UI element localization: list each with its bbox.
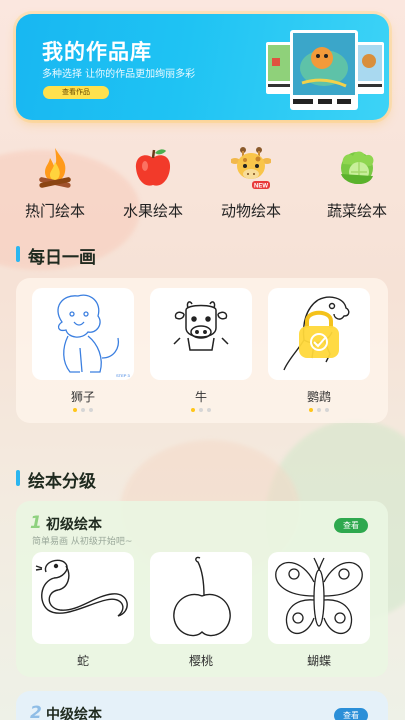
category-animal[interactable]: NEW 动物绘本: [204, 142, 294, 222]
my-works-banner[interactable]: 我的作品库 多种选择 让你的作品更加绚丽多彩 查看作品: [16, 14, 389, 120]
category-label: 蔬菜绘本: [326, 202, 387, 220]
daily-item-parrot[interactable]: [268, 288, 370, 380]
apple-icon: [135, 149, 171, 186]
level-title: 初级绘本: [46, 517, 102, 533]
daily-item-lion[interactable]: STEP 3: [32, 288, 134, 380]
section-title: 绘本分级: [28, 472, 96, 492]
cherry-drawing-icon: [173, 556, 231, 637]
daily-item-name: 牛: [194, 390, 207, 404]
banner-subtitle: 多种选择 让你的作品更加绚丽多彩: [42, 69, 196, 80]
carousel-dots: [32, 408, 134, 412]
view-beginner-button[interactable]: 查看: [334, 518, 368, 533]
daily-item-name: 鹦鹉: [306, 390, 331, 404]
lock-icon: [299, 310, 339, 358]
artwork-preview-icon: [266, 30, 384, 110]
snake-drawing-icon: [35, 559, 128, 617]
carousel-dots: [268, 408, 370, 412]
campfire-icon: [39, 148, 71, 188]
category-fruit[interactable]: 水果绘本: [106, 142, 196, 222]
carousel-dots: [150, 408, 252, 412]
level-item-name: 蛇: [76, 654, 89, 668]
section-accent-bar: [16, 246, 20, 262]
level-subtitle: 简单易画 从初级开始吧~: [32, 537, 133, 547]
cabbage-icon: [341, 151, 374, 185]
category-label: 热门绘本: [24, 202, 85, 220]
category-label: 水果绘本: [122, 202, 183, 220]
banner-title: 我的作品库: [42, 40, 152, 64]
level-item-name: 蝴蝶: [306, 654, 331, 668]
intermediate-level-card[interactable]: 2 中级绘本 查看: [16, 691, 388, 720]
giraffe-icon: NEW: [231, 147, 271, 190]
daily-item-cow[interactable]: [150, 288, 252, 380]
svg-text:STEP 3: STEP 3: [116, 373, 130, 378]
category-label: 动物绘本: [220, 202, 281, 220]
beginner-level-card[interactable]: 1 初级绘本 简单易画 从初级开始吧~ 查看 蛇 樱桃 蝴蝶: [16, 501, 388, 677]
level-title: 中级绘本: [46, 707, 102, 720]
level-item-cherry[interactable]: [150, 552, 252, 644]
category-row: 热门绘本 水果绘本 NEW 动物绘本 蔬菜绘本: [0, 142, 405, 222]
svg-text:NEW: NEW: [254, 184, 268, 190]
category-vegetable[interactable]: 蔬菜绘本: [310, 142, 400, 222]
lion-drawing-icon: STEP 3: [57, 294, 130, 378]
view-works-button[interactable]: 查看作品: [43, 86, 109, 99]
cow-drawing-icon: [173, 301, 229, 351]
level-item-butterfly[interactable]: [268, 552, 370, 644]
level-item-name: 樱桃: [188, 654, 213, 668]
butterfly-drawing-icon: [275, 557, 363, 635]
daily-card: STEP 3 狮子 牛 鹦鹉: [16, 278, 388, 423]
section-accent-bar: [16, 470, 20, 486]
section-title: 每日一画: [28, 248, 96, 268]
category-hot[interactable]: 热门绘本: [8, 142, 98, 222]
daily-item-name: 狮子: [70, 390, 95, 404]
level-number: 2: [30, 703, 42, 720]
level-item-snake[interactable]: [32, 552, 134, 644]
level-number: 1: [30, 513, 42, 533]
view-intermediate-button[interactable]: 查看: [334, 708, 368, 720]
